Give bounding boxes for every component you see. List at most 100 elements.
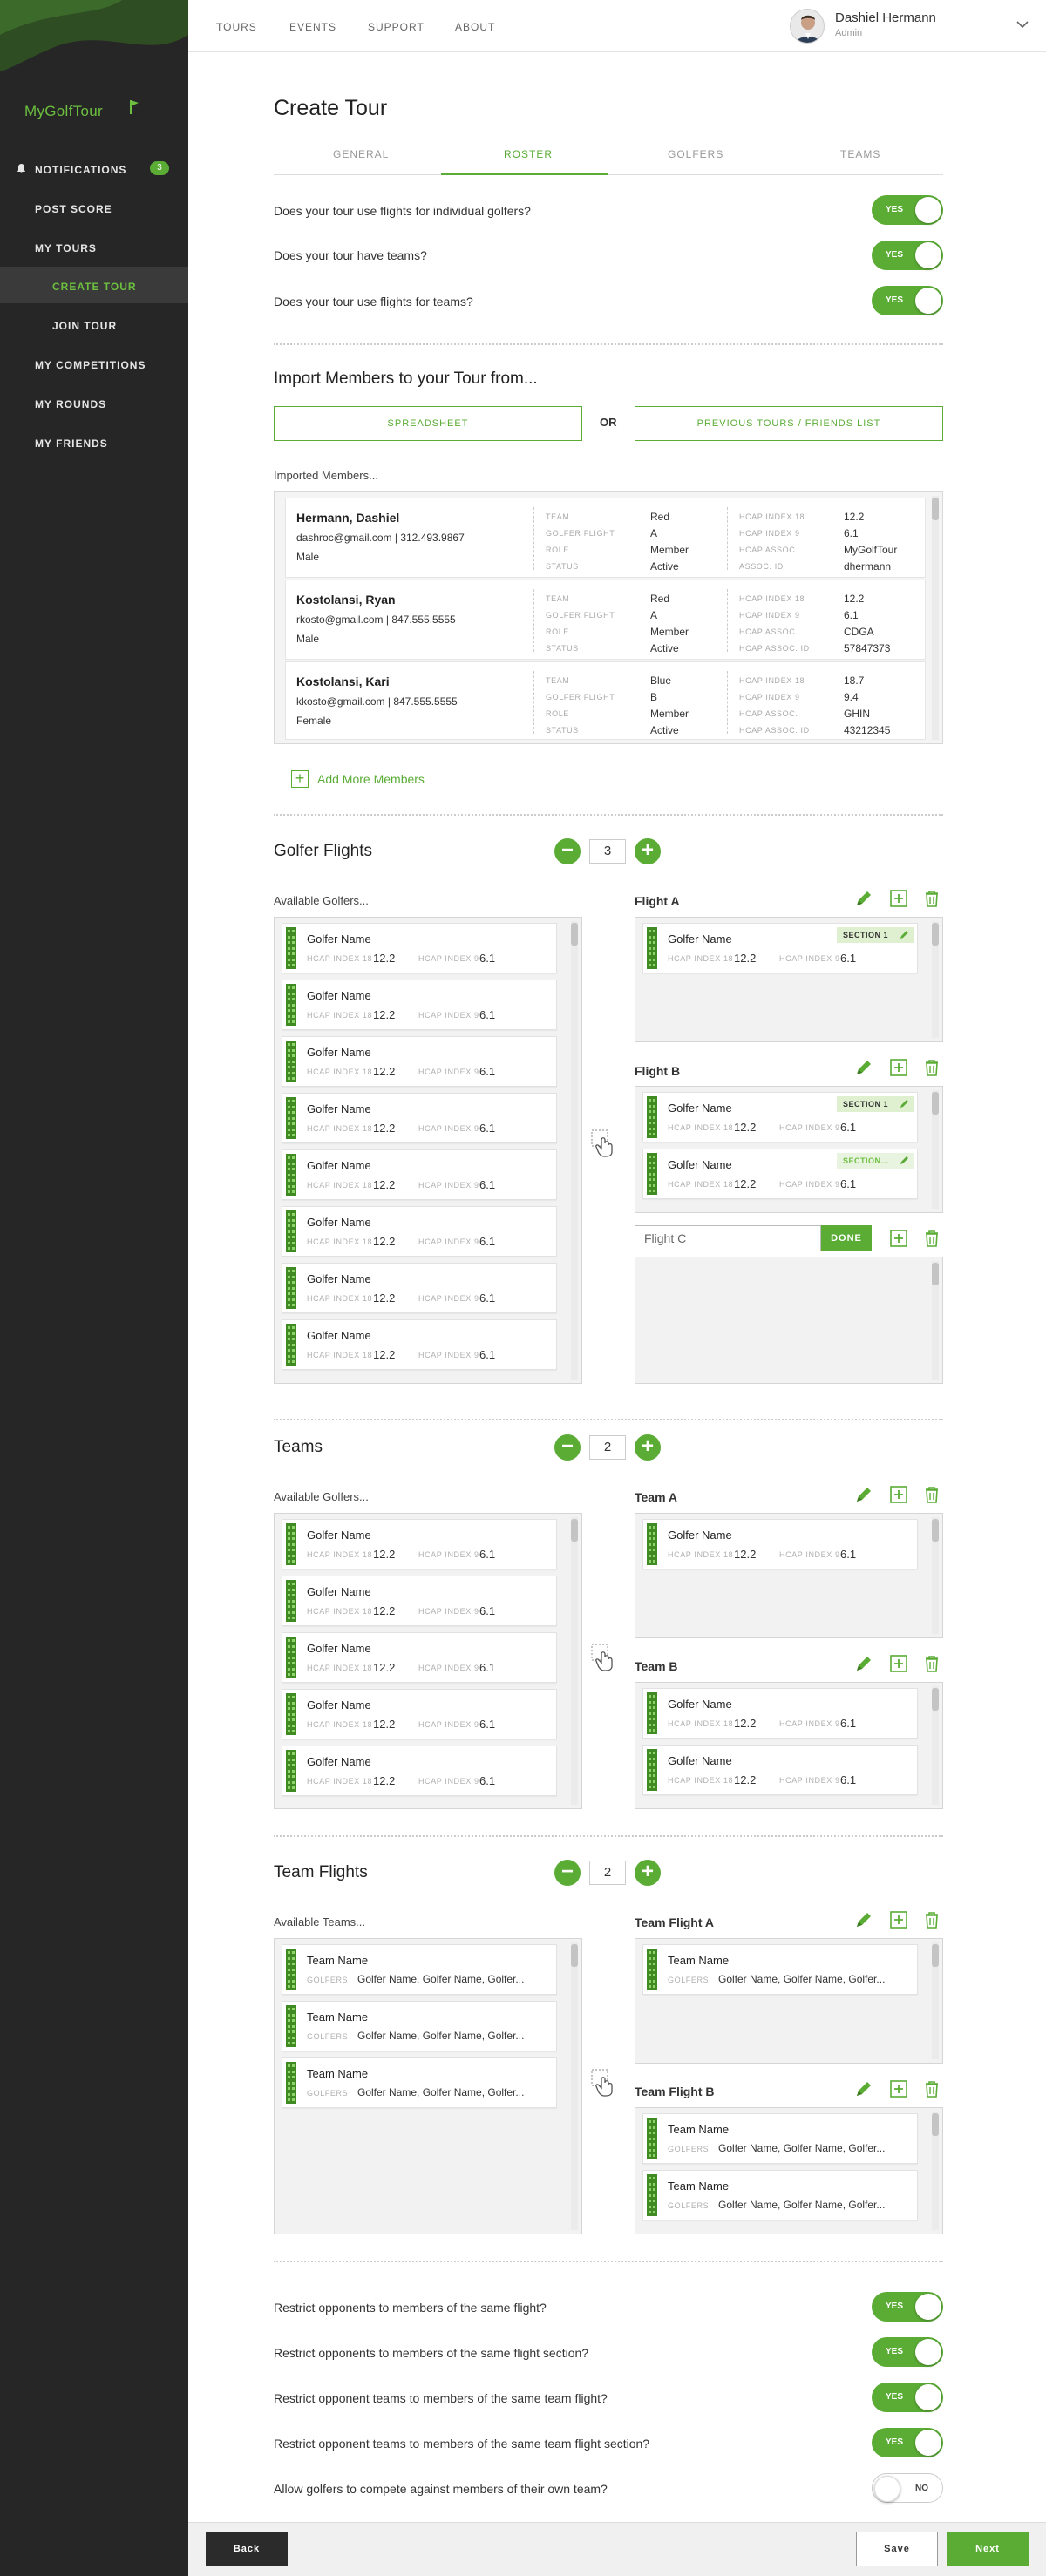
nav-link-tours[interactable]: Tours xyxy=(216,21,257,33)
team-card[interactable]: Team Name Golfers Golfer Name, Golfer Name… xyxy=(282,2001,557,2051)
golfer-card[interactable]: Golfer Name HCAP Index 18 12.2 HCAP Index 9… xyxy=(282,1632,557,1683)
brand-logo[interactable]: MyGolfTour xyxy=(24,103,103,120)
sidebar-item-create-tour[interactable]: Create Tour xyxy=(52,281,137,293)
members-scrollbar[interactable] xyxy=(932,496,939,740)
team-card[interactable]: Team Name Golfers Golfer Name, Golfer Name… xyxy=(282,1944,557,1995)
panel-scrollbar[interactable] xyxy=(571,1942,578,2230)
scroll-thumb[interactable] xyxy=(571,1944,578,1967)
plus-square-icon[interactable] xyxy=(889,2079,908,2098)
drag-handle-icon[interactable] xyxy=(286,1637,296,1678)
golfer-card[interactable]: Golfer Name HCAP Index 18 12.2 HCAP Index 9… xyxy=(282,980,557,1030)
trash-icon[interactable] xyxy=(922,1654,941,1673)
drag-handle-icon[interactable] xyxy=(286,1324,296,1366)
panel-scrollbar[interactable] xyxy=(932,1261,939,1380)
plus-square-icon[interactable] xyxy=(889,1229,908,1248)
plus-square-icon[interactable] xyxy=(889,1654,908,1673)
previous-tours-button[interactable]: Previous Tours / Friends List xyxy=(635,406,943,441)
drag-handle-icon[interactable] xyxy=(647,2118,657,2159)
drag-handle-icon[interactable] xyxy=(286,927,296,969)
drag-handle-icon[interactable] xyxy=(647,1949,657,1990)
panel-scrollbar[interactable] xyxy=(932,1686,939,1805)
decrease-team-flights-button[interactable]: − xyxy=(554,1860,581,1886)
pencil-icon[interactable] xyxy=(854,2079,873,2098)
user-name[interactable]: Dashiel Hermann xyxy=(835,10,936,25)
section-tag[interactable]: SECTION 1 xyxy=(837,1096,914,1112)
sidebar-item-my-rounds[interactable]: My Rounds xyxy=(35,398,106,410)
scroll-thumb[interactable] xyxy=(932,1688,939,1711)
team-card[interactable]: Team Name Golfers Golfer Name, Golfer Name… xyxy=(642,1944,918,1995)
pencil-icon[interactable] xyxy=(854,1058,873,1077)
panel-scrollbar[interactable] xyxy=(571,921,578,1380)
panel-scrollbar[interactable] xyxy=(932,921,939,1038)
spreadsheet-button[interactable]: Spreadsheet xyxy=(274,406,582,441)
team-count[interactable]: 2 xyxy=(589,1435,626,1460)
golfer-card[interactable]: Golfer Name HCAP Index 18 12.2 HCAP Index 9… xyxy=(282,1263,557,1313)
nav-link-about[interactable]: About xyxy=(455,21,495,33)
pencil-icon[interactable] xyxy=(900,1099,909,1108)
panel-scrollbar[interactable] xyxy=(932,1517,939,1634)
save-button[interactable]: Save xyxy=(856,2532,938,2566)
team-card[interactable]: Team Name Golfers Golfer Name, Golfer Name… xyxy=(282,2057,557,2108)
scroll-thumb[interactable] xyxy=(932,1263,939,1285)
scroll-thumb[interactable] xyxy=(932,2113,939,2136)
pencil-icon[interactable] xyxy=(900,930,909,939)
done-button[interactable]: DONE xyxy=(821,1225,872,1251)
drag-handle-icon[interactable] xyxy=(286,984,296,1026)
scroll-thumb[interactable] xyxy=(932,1944,939,1967)
team-card[interactable]: Team Name Golfers Golfer Name, Golfer Name… xyxy=(642,2170,918,2220)
toggle-restriction[interactable]: YES xyxy=(872,2383,943,2412)
trash-icon[interactable] xyxy=(922,1058,941,1077)
drag-handle-icon[interactable] xyxy=(286,2005,296,2047)
scroll-thumb[interactable] xyxy=(571,923,578,946)
golfer-card[interactable]: Golfer Name HCAP Index 18 12.2 HCAP Index 9… xyxy=(282,1093,557,1143)
add-members-icon[interactable]: + xyxy=(291,770,309,788)
golfer-card[interactable]: Golfer Name HCAP Index 18 12.2 HCAP Index 9… xyxy=(282,1746,557,1796)
sidebar-item-join-tour[interactable]: Join Tour xyxy=(52,320,117,332)
pencil-icon[interactable] xyxy=(854,1654,873,1673)
scroll-thumb[interactable] xyxy=(932,923,939,946)
drag-handle-icon[interactable] xyxy=(647,1153,657,1195)
drag-handle-icon[interactable] xyxy=(647,1692,657,1734)
nav-link-support[interactable]: Support xyxy=(368,21,425,33)
member-row[interactable]: Kostolansi, Kari kkosto@gmail.com | 847.5… xyxy=(285,661,926,740)
drag-handle-icon[interactable] xyxy=(647,1749,657,1791)
panel-scrollbar[interactable] xyxy=(932,1942,939,2059)
golfer-card[interactable]: Golfer Name HCAP Index 18 12.2 HCAP Index 9… xyxy=(282,1149,557,1200)
golfer-card[interactable]: Golfer Name HCAP Index 18 12.2 HCAP Index 9… xyxy=(642,1092,918,1142)
golfer-card[interactable]: Golfer Name HCAP Index 18 12.2 HCAP Index 9… xyxy=(642,1149,918,1199)
toggle-individual-flights[interactable]: YES xyxy=(872,195,943,225)
nav-link-events[interactable]: Events xyxy=(289,21,336,33)
pencil-icon[interactable] xyxy=(854,889,873,908)
member-row[interactable]: Hermann, Dashiel dashroc@gmail.com | 312.… xyxy=(285,498,926,578)
back-button[interactable]: Back xyxy=(206,2532,288,2566)
panel-scrollbar[interactable] xyxy=(571,1517,578,1805)
sidebar-item-my-friends[interactable]: My Friends xyxy=(35,437,108,450)
sidebar-item-post-score[interactable]: Post Score xyxy=(35,203,112,215)
pencil-icon[interactable] xyxy=(854,1485,873,1504)
pencil-icon[interactable] xyxy=(900,1156,909,1165)
plus-square-icon[interactable] xyxy=(889,1058,908,1077)
trash-icon[interactable] xyxy=(922,1485,941,1504)
drag-handle-icon[interactable] xyxy=(647,1523,657,1565)
trash-icon[interactable] xyxy=(922,1910,941,1929)
scroll-thumb[interactable] xyxy=(932,1092,939,1115)
golfer-card[interactable]: Golfer Name HCAP Index 18 12.2 HCAP Index 9… xyxy=(282,1689,557,1739)
drag-handle-icon[interactable] xyxy=(647,927,657,969)
team-card[interactable]: Team Name Golfers Golfer Name, Golfer Name… xyxy=(642,2113,918,2164)
section-tag[interactable]: SECTION 1 xyxy=(837,927,914,943)
team-flight-count[interactable]: 2 xyxy=(589,1861,626,1885)
panel-scrollbar[interactable] xyxy=(932,1090,939,1209)
scroll-thumb[interactable] xyxy=(932,1519,939,1542)
scroll-thumb[interactable] xyxy=(571,1519,578,1542)
increase-flights-button[interactable]: + xyxy=(635,838,661,864)
scroll-thumb[interactable] xyxy=(932,498,939,520)
flight-count[interactable]: 3 xyxy=(589,839,626,864)
sidebar-item-my-tours[interactable]: My Tours xyxy=(35,242,97,254)
plus-square-icon[interactable] xyxy=(889,889,908,908)
member-row[interactable]: Kostolansi, Ryan rkosto@gmail.com | 847.5… xyxy=(285,580,926,660)
tab-golfers[interactable]: Golfers xyxy=(668,148,723,160)
toggle-restriction[interactable]: YES xyxy=(872,2292,943,2322)
golfer-card[interactable]: Golfer Name HCAP Index 18 12.2 HCAP Index 9… xyxy=(282,1206,557,1257)
tab-teams[interactable]: Teams xyxy=(840,148,880,160)
golfer-card[interactable]: Golfer Name HCAP Index 18 12.2 HCAP Index 9… xyxy=(282,1036,557,1087)
